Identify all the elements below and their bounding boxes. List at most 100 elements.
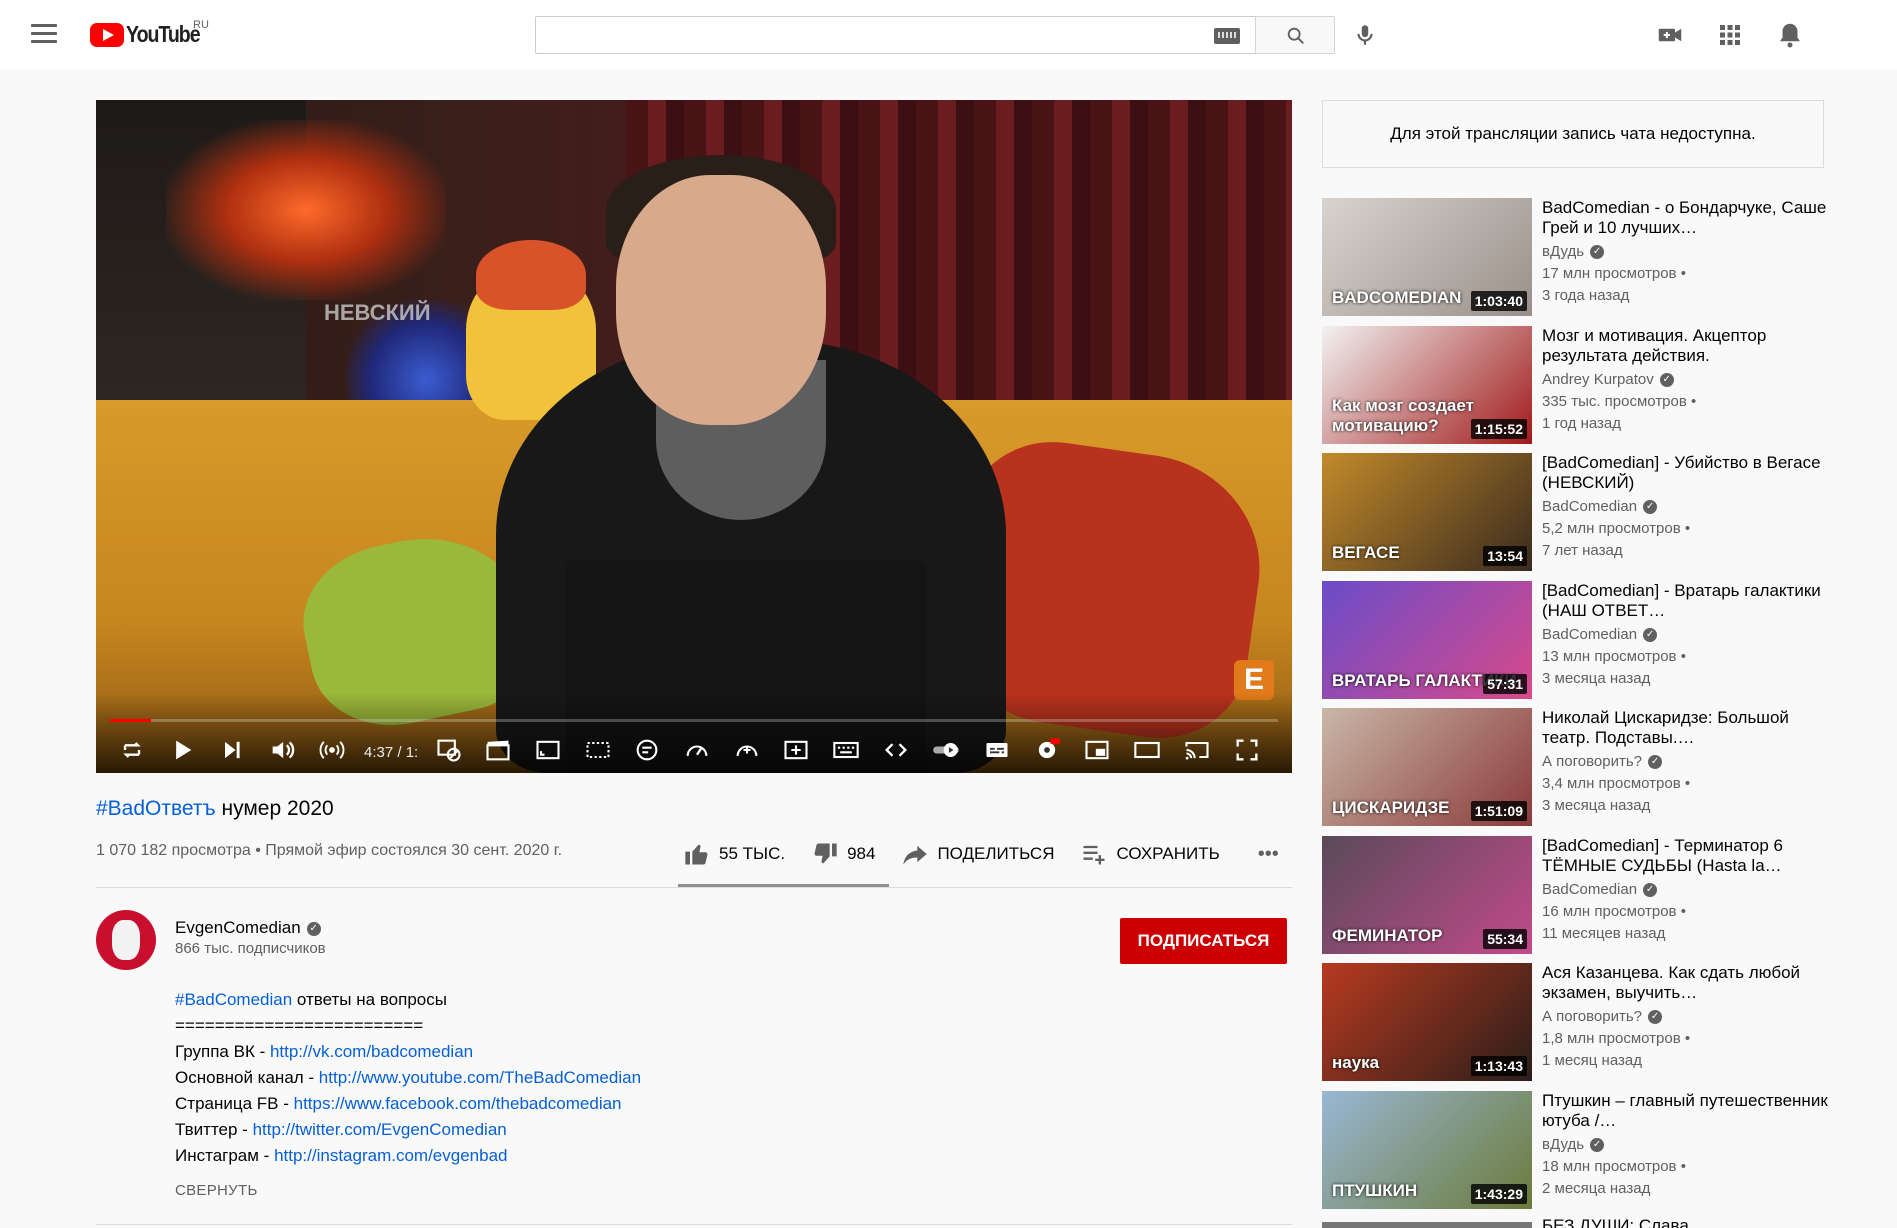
- autoplay-toggle-icon[interactable]: [930, 734, 962, 766]
- recommendation-age: 2 месяца назад: [1542, 1179, 1651, 1197]
- youtube-logo[interactable]: YouTube RU: [90, 19, 213, 48]
- next-recommendation-title[interactable]: БЕЗ ДУШИ: Слава: [1542, 1216, 1689, 1228]
- recommendation-title[interactable]: Николай Цискаридзе: Большой театр. Подст…: [1542, 708, 1832, 748]
- youtube-play-icon: [90, 22, 124, 47]
- add-icon[interactable]: [780, 734, 812, 766]
- channel-name[interactable]: EvgenComedian ✓: [175, 918, 321, 938]
- recommendation-channel[interactable]: BadComedian ✓: [1542, 498, 1658, 515]
- recommendation-item[interactable]: BADCOMEDIAN 1:03:40 BadComedian - о Бондар…: [1322, 198, 1842, 316]
- filter-icon[interactable]: [631, 734, 663, 766]
- video-player[interactable]: НЕВСКИЙ E 4:37 / 1:: [96, 100, 1292, 773]
- channel-avatar[interactable]: [96, 910, 156, 970]
- notifications-bell-icon[interactable]: [1775, 20, 1805, 50]
- time-display: 4:37 / 1:: [364, 744, 419, 761]
- link-label: Инстаграм -: [175, 1146, 275, 1165]
- video-thumbnail[interactable]: ВРАТАРЬ ГАЛАКТИКИ 57:31: [1322, 580, 1532, 699]
- recommendation-channel-name: BadComedian: [1542, 498, 1638, 515]
- recommendation-title[interactable]: Мозг и мотивация. Акцептор результата де…: [1542, 326, 1832, 366]
- divider: [96, 887, 1292, 888]
- link-label: Основной канал -: [175, 1068, 319, 1087]
- facebook-link[interactable]: https://www.facebook.com/thebadcomedian: [294, 1094, 622, 1113]
- video-thumbnail[interactable]: Как мозг создает мотивацию? 1:15:52: [1322, 325, 1532, 444]
- progress-bar[interactable]: [110, 719, 1278, 722]
- speed-icon[interactable]: [681, 734, 713, 766]
- subtitles-icon[interactable]: [981, 734, 1013, 766]
- logo-country-code: RU: [193, 19, 209, 31]
- recommendation-channel[interactable]: вДудь ✓: [1542, 1136, 1605, 1153]
- dislike-button[interactable]: 984: [811, 840, 875, 868]
- recommendation-title[interactable]: [BadComedian] - Вратарь галактики (НАШ О…: [1542, 581, 1832, 621]
- video-thumbnail[interactable]: ВЕГАСЕ 13:54: [1322, 453, 1532, 571]
- recommendation-channel[interactable]: А поговорить? ✓: [1542, 1008, 1663, 1025]
- video-thumbnail[interactable]: ЦИСКАРИДЗЕ 1:51:09: [1322, 708, 1532, 826]
- recommendation-title[interactable]: Птушкин – главный путешественник ютуба /…: [1542, 1091, 1832, 1131]
- recommendation-item[interactable]: ВРАТАРЬ ГАЛАКТИКИ 57:31 [BadComedian] - Вр…: [1322, 580, 1842, 699]
- vk-link[interactable]: http://vk.com/badcomedian: [270, 1042, 473, 1061]
- share-button[interactable]: ПОДЕЛИТЬСЯ: [901, 840, 1054, 868]
- recommendation-title[interactable]: Ася Казанцева. Как сдать любой экзамен, …: [1542, 963, 1832, 1003]
- video-thumbnail[interactable]: наука 1:13:43: [1322, 963, 1532, 1081]
- recommendation-views: 3,4 млн просмотров •: [1542, 775, 1691, 792]
- cinema-icon[interactable]: [482, 734, 514, 766]
- recommendation-channel[interactable]: Andrey Kurpatov ✓: [1542, 371, 1674, 388]
- more-actions-button[interactable]: •••: [1258, 843, 1279, 866]
- live-broadcast-icon[interactable]: [316, 734, 348, 766]
- crop-icon[interactable]: [582, 734, 614, 766]
- apps-grid-icon[interactable]: [1715, 20, 1745, 50]
- next-icon[interactable]: [216, 734, 248, 766]
- recommendation-channel[interactable]: вДудь ✓: [1542, 243, 1605, 260]
- loop-icon[interactable]: [116, 734, 148, 766]
- cast-icon[interactable]: [1181, 734, 1213, 766]
- search-input[interactable]: [535, 16, 1255, 54]
- title-hashtag-link[interactable]: #BadОтветъ: [96, 797, 216, 820]
- voice-search-button[interactable]: [1350, 16, 1380, 54]
- recommendation-item[interactable]: ФЕМИНАТОР 55:34 [BadComedian] - Терминатор…: [1322, 835, 1842, 954]
- recommendation-age: 7 лет назад: [1542, 542, 1623, 559]
- settings-gear-icon[interactable]: [1031, 734, 1063, 766]
- recommendation-title[interactable]: [BadComedian] - Убийство в Вегасе (НЕВСК…: [1542, 453, 1832, 493]
- fullscreen-icon[interactable]: [1231, 734, 1263, 766]
- channel-name-text: EvgenComedian: [175, 918, 301, 937]
- playlist-add-icon: [1083, 845, 1105, 865]
- recommendation-item[interactable]: ВЕГАСЕ 13:54 [BadComedian] - Убийство в Ве…: [1322, 453, 1842, 571]
- play-icon[interactable]: [166, 734, 198, 766]
- video-duration: 1:03:40: [1470, 291, 1527, 311]
- save-button[interactable]: СОХРАНИТЬ: [1080, 840, 1220, 868]
- theater-mode-icon[interactable]: [1131, 734, 1163, 766]
- recommendation-item[interactable]: наука 1:13:43 Ася Казанцева. Как сдать люб…: [1322, 963, 1842, 1081]
- video-thumbnail[interactable]: BADCOMEDIAN 1:03:40: [1322, 198, 1532, 316]
- search-button[interactable]: [1255, 16, 1335, 54]
- volume-icon[interactable]: [266, 734, 298, 766]
- ads-block-icon[interactable]: [433, 734, 465, 766]
- menu-icon[interactable]: [31, 24, 57, 44]
- twitter-link[interactable]: http://twitter.com/EvgenComedian: [253, 1120, 507, 1139]
- video-thumbnail[interactable]: ПТУШКИН 1:43:29: [1322, 1090, 1532, 1209]
- recommendation-item[interactable]: ЦИСКАРИДЗЕ 1:51:09 Николай Цискаридзе: Бол…: [1322, 708, 1842, 826]
- embed-code-icon[interactable]: [880, 734, 912, 766]
- description-line: Группа ВК - http://vk.com/badcomedian: [175, 1039, 641, 1065]
- speed-plus-icon[interactable]: [731, 734, 763, 766]
- keyboard-shortcuts-icon[interactable]: [830, 734, 862, 766]
- youtube-channel-link[interactable]: http://www.youtube.com/TheBadComedian: [319, 1068, 641, 1087]
- video-thumbnail[interactable]: ФЕМИНАТОР 55:34: [1322, 835, 1532, 954]
- aspect-ratio-icon[interactable]: [532, 734, 564, 766]
- recommendation-channel[interactable]: BadComedian ✓: [1542, 626, 1658, 643]
- recommendation-item[interactable]: Как мозг создает мотивацию? 1:15:52 Мозг и…: [1322, 325, 1842, 444]
- subscribe-button[interactable]: ПОДПИСАТЬСЯ: [1120, 918, 1287, 964]
- recommendation-title[interactable]: [BadComedian] - Терминатор 6 ТЁМНЫЕ СУДЬ…: [1542, 836, 1832, 876]
- recommendation-channel[interactable]: BadComedian ✓: [1542, 881, 1658, 898]
- recommendation-age: 1 месяц назад: [1542, 1052, 1642, 1069]
- verified-check-icon: ✓: [1643, 882, 1658, 897]
- next-recommendation-thumbnail[interactable]: [1322, 1222, 1532, 1228]
- create-video-icon[interactable]: [1655, 20, 1685, 50]
- recommendation-title[interactable]: BadComedian - о Бондарчуке, Саше Грей и …: [1542, 198, 1832, 238]
- recommendation-item[interactable]: ПТУШКИН 1:43:29 Птушкин – главный путешест…: [1322, 1090, 1842, 1209]
- keyboard-icon[interactable]: [1214, 28, 1240, 44]
- like-button[interactable]: 55 ТЫС.: [683, 840, 785, 868]
- miniplayer-icon[interactable]: [1081, 734, 1113, 766]
- book-cover-text: НЕВСКИЙ: [324, 300, 431, 325]
- instagram-link[interactable]: http://instagram.com/evgenbad: [274, 1146, 507, 1165]
- description-hashtag-link[interactable]: #BadComedian: [175, 990, 292, 1009]
- recommendation-channel[interactable]: А поговорить? ✓: [1542, 753, 1663, 770]
- show-less-button[interactable]: СВЕРНУТЬ: [175, 1182, 258, 1199]
